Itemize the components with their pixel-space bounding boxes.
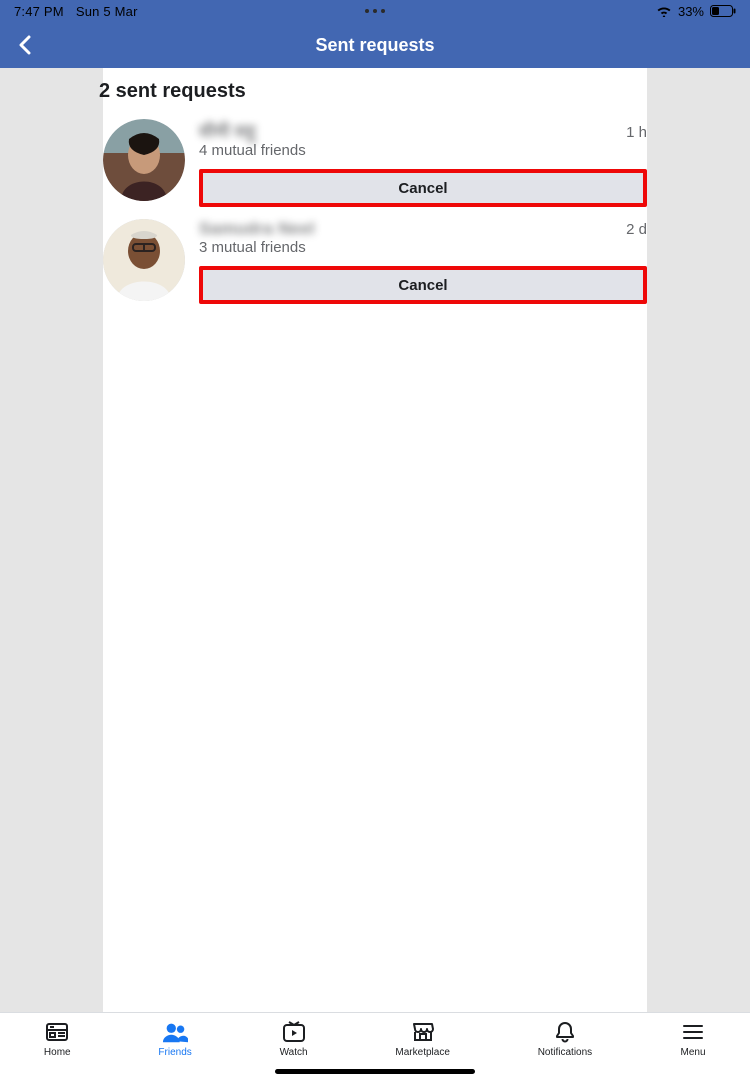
highlight-box: Cancel [199,266,647,304]
tab-marketplace-label: Marketplace [395,1047,449,1058]
request-item: Samudra Neel 2 d 3 mutual friends Cancel [103,213,647,310]
tab-marketplace[interactable]: Marketplace [395,1021,449,1058]
status-and-nav: 7:47 PM Sun 5 Mar 33% Sent requests [0,0,750,68]
request-name[interactable]: Samudra Neel [199,219,315,239]
mutual-friends: 3 mutual friends [199,239,647,256]
tab-menu-label: Menu [680,1047,705,1058]
nav-header: Sent requests [0,22,750,68]
cancel-button[interactable]: Cancel [203,173,643,203]
tab-friends-label: Friends [158,1047,191,1058]
status-right: 33% [656,4,736,19]
tab-menu[interactable]: Menu [680,1021,706,1058]
body-area: 2 sent requests [0,68,750,1012]
tab-notifications-label: Notifications [538,1047,592,1058]
device-frame: 7:47 PM Sun 5 Mar 33% Sent requests [0,0,750,1080]
tab-bar: Home Friends Watch Marketplace Notificat… [0,1012,750,1080]
home-indicator[interactable] [275,1069,475,1074]
battery-icon [710,5,736,17]
highlight-box: Cancel [199,169,647,207]
multitasking-dots [365,9,385,13]
request-details: सीमी सहू 1 h 4 mutual friends Cancel [199,119,647,207]
section-heading: 2 sent requests [99,80,647,113]
wifi-icon [656,5,672,17]
mutual-friends: 4 mutual friends [199,142,647,159]
tab-home-label: Home [44,1047,71,1058]
tab-home[interactable]: Home [44,1021,71,1058]
tab-watch-label: Watch [280,1047,308,1058]
tab-notifications[interactable]: Notifications [538,1021,592,1058]
tab-watch[interactable]: Watch [280,1021,308,1058]
request-time: 2 d [626,221,647,238]
request-name[interactable]: सीमी सहू [199,119,256,142]
request-time: 1 h [626,124,647,141]
marketplace-icon [410,1021,436,1043]
status-date: Sun 5 Mar [76,4,138,19]
menu-icon [680,1021,706,1043]
page-title: Sent requests [315,35,434,56]
back-button[interactable] [10,30,40,60]
status-left: 7:47 PM Sun 5 Mar [14,4,138,19]
watch-icon [281,1021,307,1043]
tab-friends[interactable]: Friends [158,1021,191,1058]
avatar[interactable] [103,219,185,301]
request-item: सीमी सहू 1 h 4 mutual friends Cancel [103,113,647,213]
status-bar: 7:47 PM Sun 5 Mar 33% [0,0,750,22]
cancel-button[interactable]: Cancel [203,270,643,300]
bell-icon [552,1021,578,1043]
request-details: Samudra Neel 2 d 3 mutual friends Cancel [199,219,647,304]
friends-icon [162,1021,188,1043]
status-time: 7:47 PM [14,4,64,19]
battery-percent: 33% [678,4,704,19]
avatar[interactable] [103,119,185,201]
home-icon [44,1021,70,1043]
content-card: 2 sent requests [103,68,647,1012]
